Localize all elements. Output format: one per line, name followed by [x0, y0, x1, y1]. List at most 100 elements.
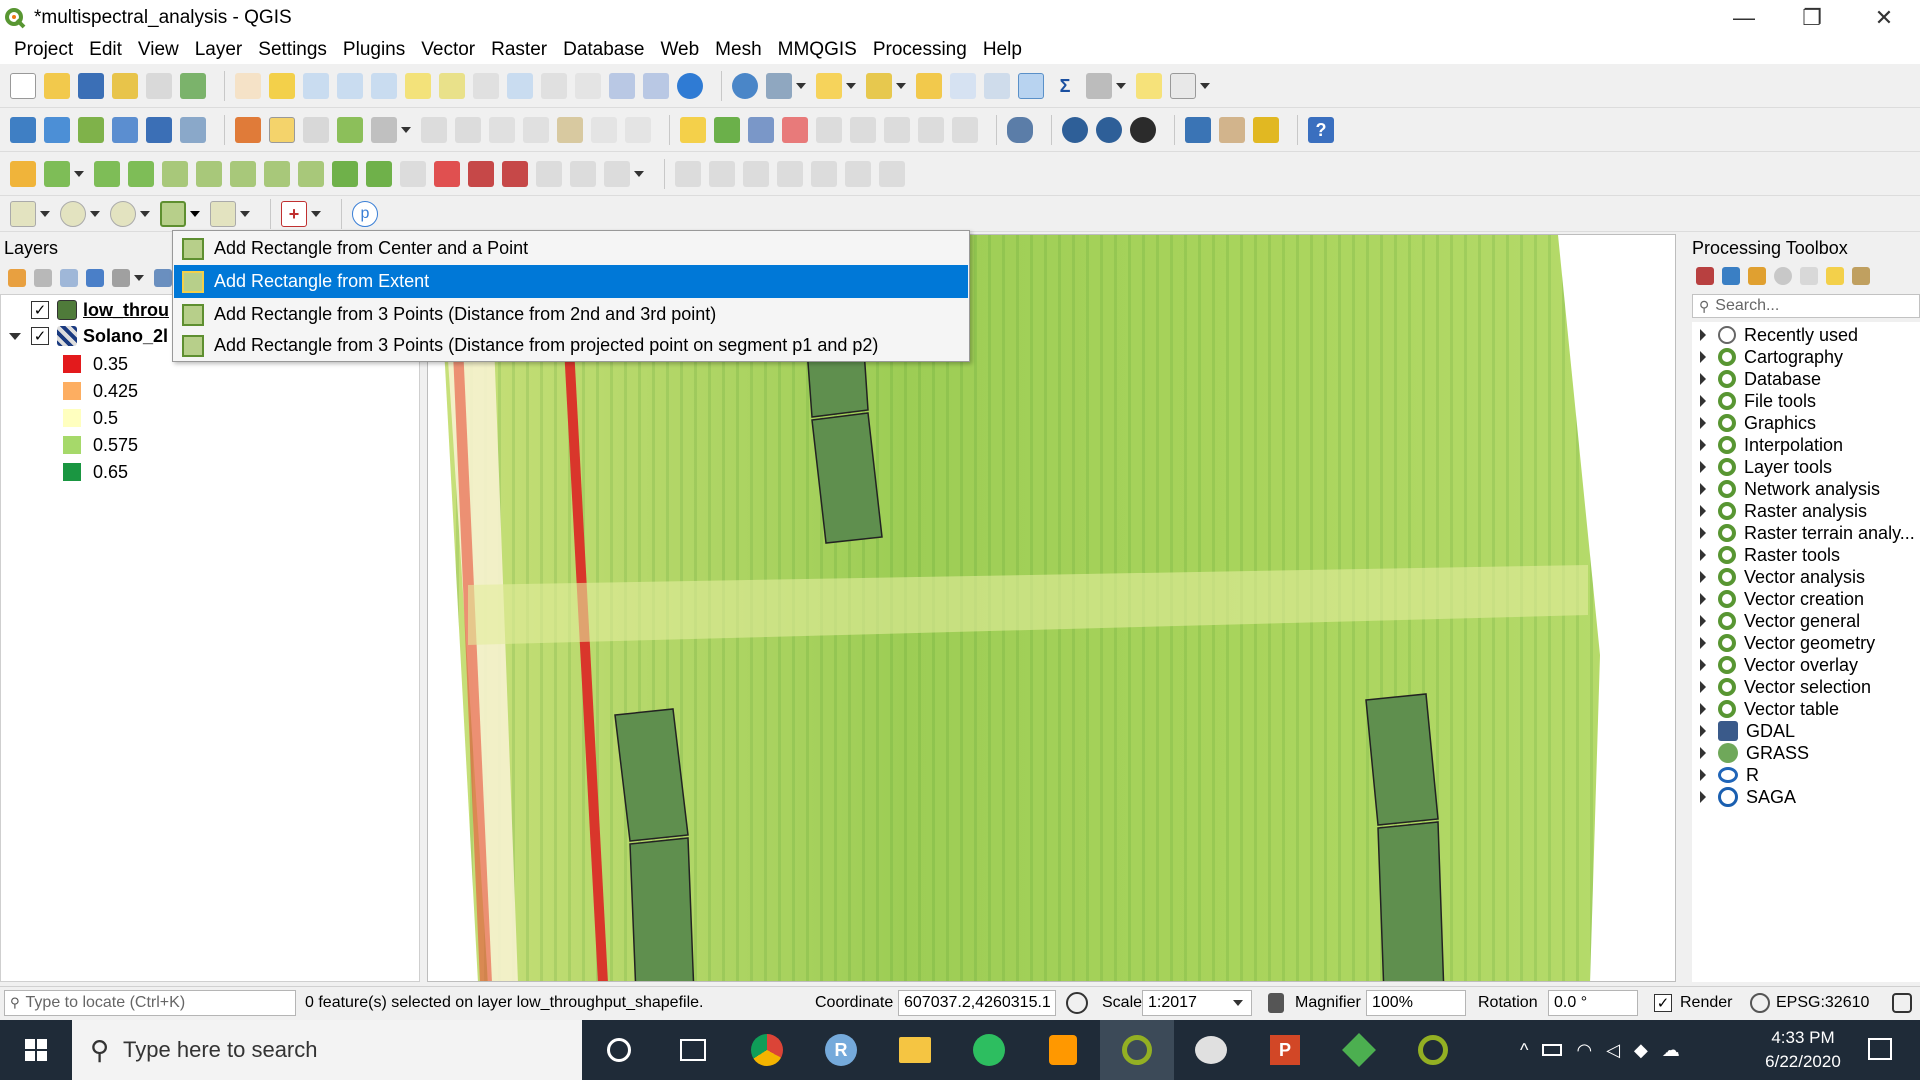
delete-ring-icon[interactable]	[298, 160, 324, 187]
toolbox-item-saga[interactable]: SAGA	[1692, 784, 1796, 810]
vertex-tool-dropdown-icon[interactable]	[401, 126, 411, 133]
taskbar-search-box[interactable]: ⚲ Type here to search	[72, 1020, 582, 1080]
zoom-last-icon[interactable]	[507, 72, 533, 99]
add-delimited-text-icon[interactable]	[146, 116, 172, 143]
scripts-icon[interactable]	[1722, 267, 1740, 285]
menu-database[interactable]: Database	[555, 39, 652, 61]
map-tips-icon[interactable]	[1136, 72, 1162, 99]
expand-caret-icon[interactable]	[1700, 659, 1706, 671]
rotate-feature-icon[interactable]	[94, 160, 120, 187]
filter-legend-icon[interactable]	[86, 269, 104, 287]
change-label-icon[interactable]	[918, 116, 944, 143]
fill-ring-icon[interactable]	[264, 160, 290, 187]
copy-features-icon[interactable]	[523, 116, 549, 143]
expand-caret-icon[interactable]	[1700, 747, 1706, 759]
expand-caret-icon[interactable]	[1700, 527, 1706, 539]
new-project-icon[interactable]	[10, 72, 36, 99]
plot-polygon[interactable]	[629, 837, 695, 982]
batch-icon[interactable]	[1748, 267, 1766, 285]
open-layer-styling-icon[interactable]	[8, 269, 26, 287]
vertex-tool-icon[interactable]	[371, 116, 397, 143]
ellipse-dropdown-icon[interactable]	[140, 210, 150, 217]
layer-visibility-checkbox[interactable]: ✓	[31, 327, 49, 345]
render-checkbox[interactable]: ✓	[1654, 994, 1672, 1012]
tracing-icon[interactable]	[777, 160, 803, 187]
snapping-options-icon[interactable]	[879, 160, 905, 187]
expand-caret-icon[interactable]	[1700, 329, 1706, 341]
expand-caret-icon[interactable]	[1700, 615, 1706, 627]
select-features-icon[interactable]	[816, 72, 842, 99]
self-snapping-icon[interactable]	[845, 160, 871, 187]
menu-vector[interactable]: Vector	[413, 39, 483, 61]
add-circular-string-icon[interactable]	[10, 200, 36, 227]
locator-search-input[interactable]: ⚲ Type to locate (Ctrl+K)	[4, 990, 296, 1016]
save-project-icon[interactable]	[78, 72, 104, 99]
scale-combobox[interactable]: 1:2017	[1142, 990, 1252, 1016]
lock-scale-icon[interactable]	[1268, 993, 1284, 1013]
clock[interactable]: 4:33 PM 6/22/2020	[1748, 1026, 1858, 1074]
cut-features-icon[interactable]	[489, 116, 515, 143]
menu-item-rectangle-center-point[interactable]: Add Rectangle from Center and a Point	[174, 232, 968, 265]
snapping-icon[interactable]	[709, 160, 735, 187]
attribute-table-icon[interactable]	[950, 72, 976, 99]
powerpoint-app[interactable]: P	[1248, 1020, 1322, 1080]
history-icon[interactable]	[1774, 267, 1792, 285]
zoom-to-selection-icon[interactable]	[405, 72, 431, 99]
expand-caret-icon[interactable]	[1700, 637, 1706, 649]
topology-editing-icon[interactable]	[743, 160, 769, 187]
show-bookmarks-icon[interactable]	[643, 72, 669, 99]
zoom-native-icon[interactable]	[473, 72, 499, 99]
paste-features-icon[interactable]	[557, 116, 583, 143]
circle-dropdown-icon[interactable]	[90, 210, 100, 217]
expand-caret-icon[interactable]	[1700, 549, 1706, 561]
add-vector-layer-icon[interactable]	[78, 116, 104, 143]
scale-feature-icon[interactable]	[128, 160, 154, 187]
plugin-tool-icon[interactable]	[1219, 116, 1245, 143]
coordinate-field[interactable]: 607037.2,4260315.1	[898, 990, 1056, 1016]
filter-by-expression-icon[interactable]	[112, 269, 130, 287]
edit-features-in-place-icon[interactable]	[1826, 267, 1844, 285]
messages-icon[interactable]	[1892, 993, 1912, 1013]
cortana-button[interactable]	[582, 1020, 656, 1080]
annotation-dropdown-icon[interactable]	[1200, 82, 1210, 89]
regular-polygon-dropdown-icon[interactable]	[240, 210, 250, 217]
magnifier-spinbox[interactable]: 100%	[1366, 990, 1466, 1016]
print-layout-icon[interactable]	[146, 72, 172, 99]
undo-icon[interactable]	[591, 116, 617, 143]
text-annotation-icon[interactable]	[1170, 72, 1196, 99]
redo-icon[interactable]	[625, 116, 651, 143]
select-by-value-dropdown-icon[interactable]	[896, 82, 906, 89]
action-center-button[interactable]	[1864, 1034, 1894, 1066]
add-virtual-layer-icon[interactable]	[180, 116, 206, 143]
expand-caret-icon[interactable]	[1700, 373, 1706, 385]
layer-row[interactable]: ✓ Solano_2l	[9, 323, 168, 349]
new-bookmark-icon[interactable]	[609, 72, 635, 99]
layer-visibility-checkbox[interactable]: ✓	[31, 301, 49, 319]
qgis-app-2[interactable]	[1396, 1020, 1470, 1080]
expand-caret-icon[interactable]	[1700, 461, 1706, 473]
add-ellipse-icon[interactable]	[110, 200, 136, 227]
trim-extend-icon[interactable]	[675, 160, 701, 187]
advanced-digitizing-icon[interactable]	[10, 160, 36, 187]
qgis-app[interactable]	[1100, 1020, 1174, 1080]
offset-point-symbols-icon[interactable]	[604, 160, 630, 187]
metasearch-icon[interactable]	[1062, 116, 1088, 143]
expand-caret-icon[interactable]	[1700, 725, 1706, 737]
rectangle-dropdown-icon[interactable]	[190, 210, 200, 217]
manage-map-themes-icon[interactable]	[60, 269, 78, 287]
expand-arrow-icon[interactable]	[9, 332, 21, 340]
processing-toolbox-icon[interactable]	[1018, 72, 1044, 99]
select-dropdown-icon[interactable]	[846, 82, 856, 89]
layer-row[interactable]: ✓ low_throu	[31, 297, 169, 323]
snap-intersection-icon[interactable]	[811, 160, 837, 187]
delete-selected-icon[interactable]	[455, 116, 481, 143]
plot-polygon[interactable]	[1365, 693, 1439, 826]
refresh-icon[interactable]	[677, 72, 703, 99]
rotate-point-symbols-icon[interactable]	[570, 160, 596, 187]
models-icon[interactable]	[1696, 267, 1714, 285]
menu-plugins[interactable]: Plugins	[335, 39, 413, 61]
expand-caret-icon[interactable]	[1700, 681, 1706, 693]
new-geopackage-layer-icon[interactable]	[44, 116, 70, 143]
measure-icon[interactable]	[1086, 72, 1112, 99]
chevron-up-icon[interactable]: ^	[1520, 1040, 1528, 1061]
